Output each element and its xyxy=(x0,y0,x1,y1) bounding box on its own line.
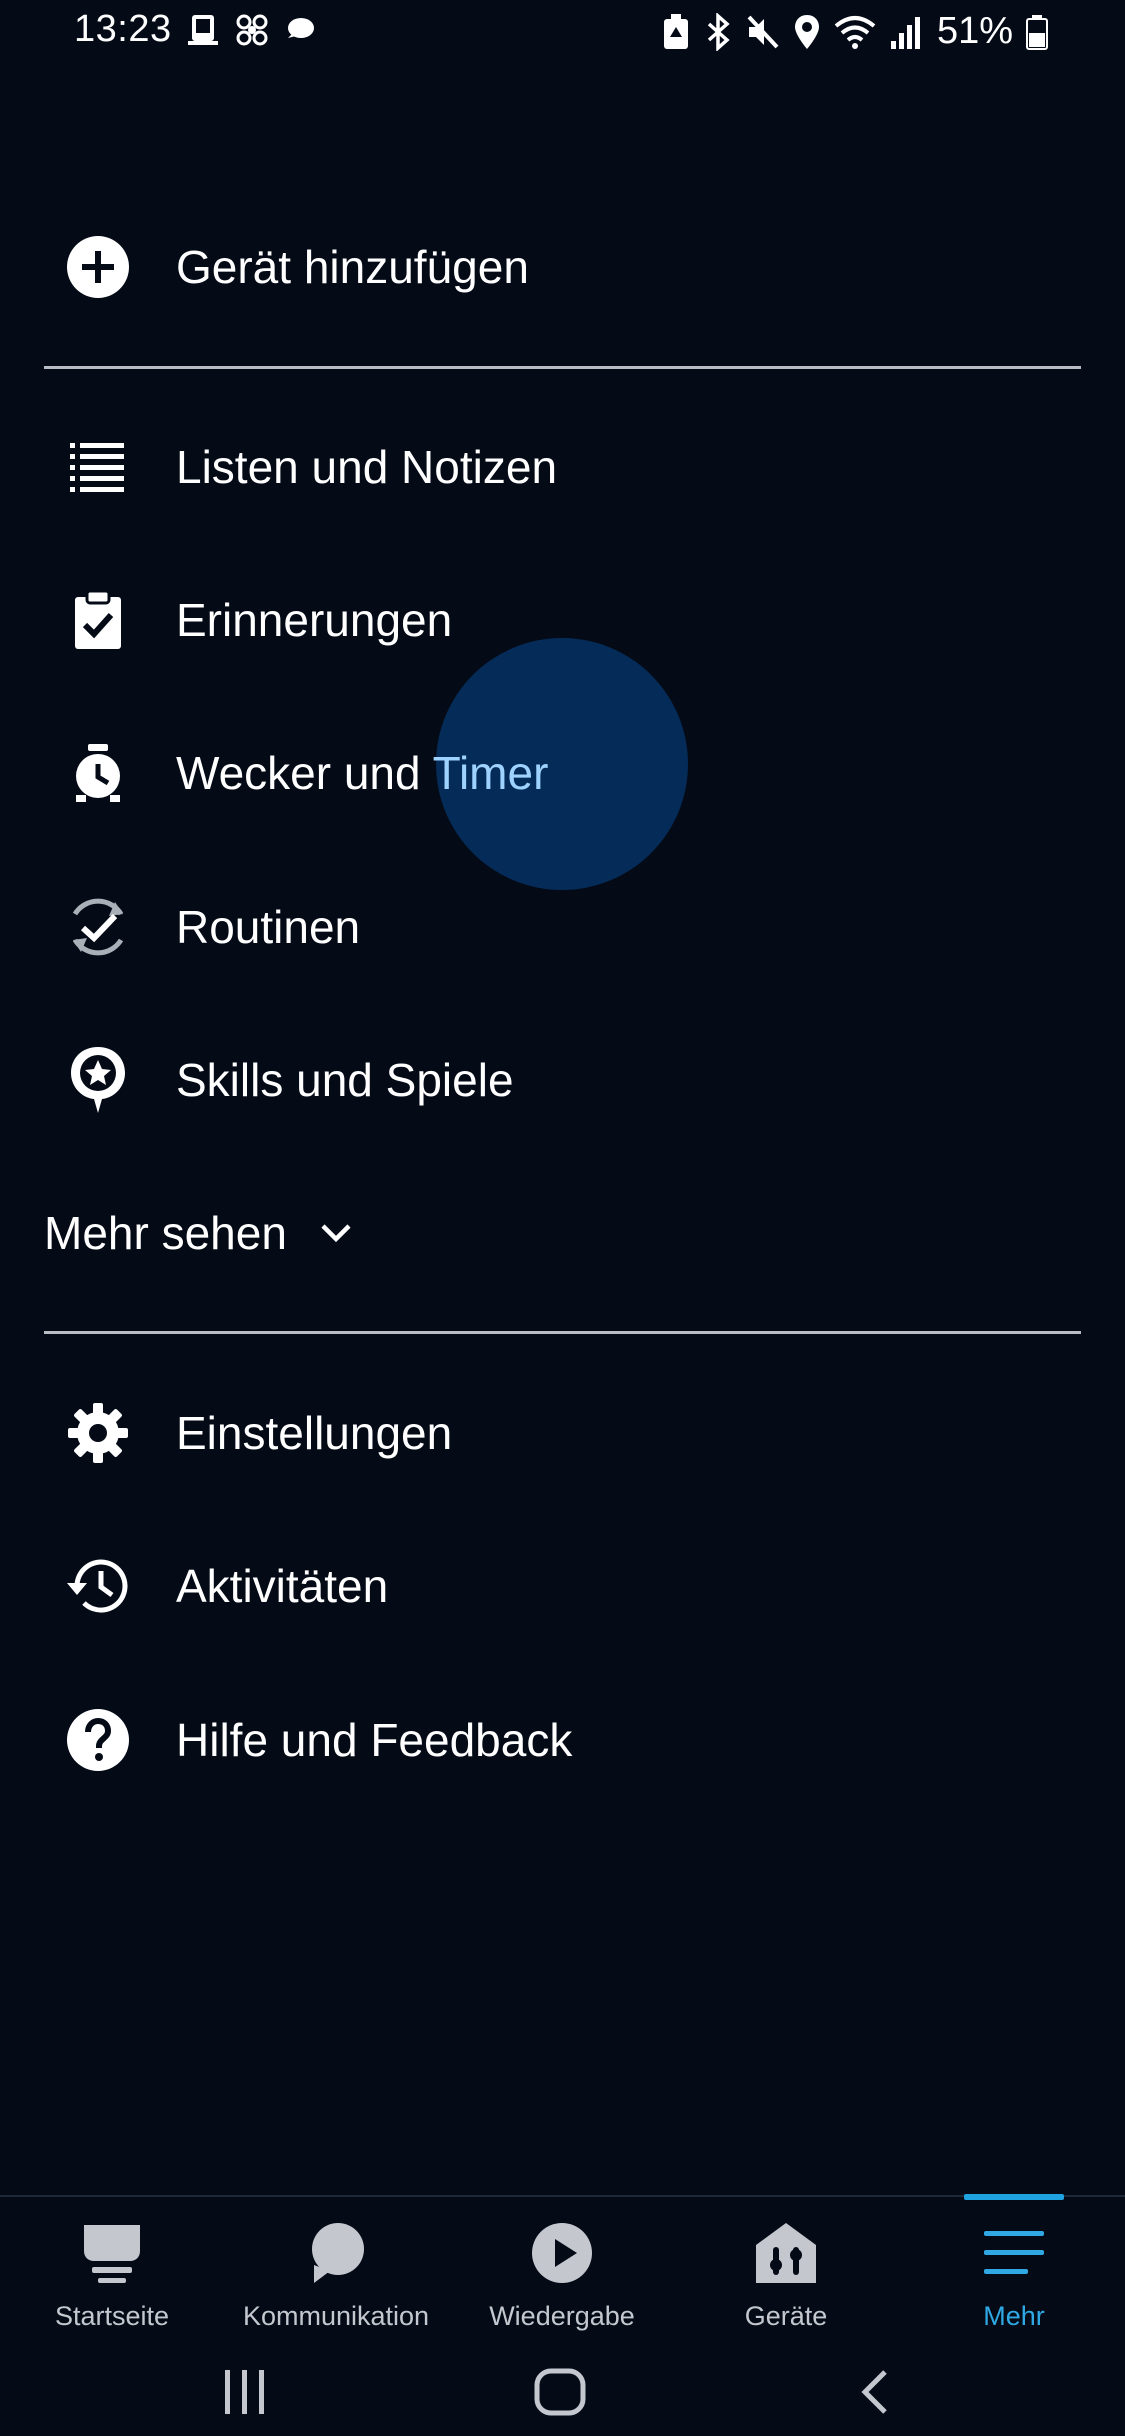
menu-item-label: Wecker und Timer xyxy=(176,746,548,800)
menu-item-label: Einstellungen xyxy=(176,1407,453,1459)
nav-tab-label: Geräte xyxy=(744,2301,828,2331)
menu-item-settings[interactable]: Einstellungen xyxy=(0,1363,1125,1503)
gear-icon xyxy=(60,1395,136,1471)
see-more-label: Mehr sehen xyxy=(44,1207,287,1259)
menu-item-add-device[interactable]: Gerät hinzufügen xyxy=(0,197,1125,337)
devices-icon xyxy=(754,2217,818,2289)
menu-item-routines[interactable]: Routinen xyxy=(0,857,1125,997)
notification-app-icon xyxy=(188,15,218,45)
nav-tab-home[interactable]: Startseite xyxy=(32,2197,192,2347)
menu-item-lists[interactable]: Listen und Notizen xyxy=(0,397,1125,537)
chat-bubble-icon xyxy=(304,2217,368,2289)
wifi-icon xyxy=(834,15,876,49)
mute-icon xyxy=(747,15,779,48)
nav-tab-more[interactable]: Mehr xyxy=(934,2197,1094,2347)
bottom-navigation: Startseite Kommunikation Wiedergabe Gerä… xyxy=(0,2194,1125,2347)
bluetooth-icon xyxy=(707,12,730,51)
menu-item-label: Gerät hinzufügen xyxy=(176,241,529,293)
recent-apps-icon xyxy=(225,2370,264,2414)
menu-item-label: Erinnerungen xyxy=(176,594,453,646)
routine-icon xyxy=(60,889,136,965)
status-notification-icons xyxy=(186,12,318,48)
nav-tab-label: Mehr xyxy=(983,2301,1045,2331)
menu-item-label: Aktivitäten xyxy=(176,1560,389,1612)
back-button[interactable] xyxy=(830,2367,920,2417)
recent-apps-button[interactable] xyxy=(200,2367,290,2417)
battery-percentage: 51% xyxy=(936,10,1013,52)
signal-icon xyxy=(890,16,920,49)
back-chevron-icon xyxy=(861,2370,887,2414)
help-icon xyxy=(60,1702,136,1778)
menu-item-skills[interactable]: Skills und Spiele xyxy=(0,1010,1125,1150)
nav-tab-label: Kommunikation xyxy=(242,2301,430,2331)
chevron-down-icon xyxy=(321,1224,351,1243)
battery-saver-icon xyxy=(663,13,688,49)
location-icon xyxy=(794,14,819,49)
clipboard-check-icon xyxy=(60,582,136,658)
nav-tab-communication[interactable]: Kommunikation xyxy=(226,2197,446,2347)
home-circle-icon xyxy=(534,2368,586,2416)
alarm-clock-icon xyxy=(60,735,136,811)
home-icon xyxy=(80,2217,144,2289)
skills-icon xyxy=(60,1042,136,1118)
menu-item-label: Listen und Notizen xyxy=(176,441,558,493)
play-icon xyxy=(530,2217,594,2289)
status-system-icons: 51% xyxy=(661,10,1049,53)
divider xyxy=(44,1331,1081,1334)
status-bar: 13:23 51% xyxy=(0,0,1125,68)
battery-icon xyxy=(1026,14,1048,50)
list-icon xyxy=(60,429,136,505)
menu-item-alarms-timers[interactable]: Wecker und Timer xyxy=(0,703,1125,843)
menu-item-help[interactable]: Hilfe und Feedback xyxy=(0,1670,1125,1810)
menu-item-label: Skills und Spiele xyxy=(176,1054,514,1106)
home-button[interactable] xyxy=(515,2367,605,2417)
history-icon xyxy=(60,1548,136,1624)
menu-item-label-part: Wecker und xyxy=(176,747,433,799)
menu-item-label: Routinen xyxy=(176,901,361,953)
nav-tab-label: Wiedergabe xyxy=(489,2301,635,2331)
notification-fan-icon xyxy=(236,14,268,46)
notification-chat-icon xyxy=(288,18,314,38)
divider xyxy=(44,366,1081,369)
nav-tab-devices[interactable]: Geräte xyxy=(706,2197,866,2347)
see-more-button[interactable]: Mehr sehen xyxy=(0,1163,500,1303)
add-circle-icon xyxy=(60,229,136,305)
menu-item-activity[interactable]: Aktivitäten xyxy=(0,1516,1125,1656)
nav-tab-play[interactable]: Wiedergabe xyxy=(472,2197,652,2347)
menu-item-label: Hilfe und Feedback xyxy=(176,1714,573,1766)
status-time: 13:23 xyxy=(74,8,172,50)
nav-tab-label: Startseite xyxy=(54,2301,170,2331)
menu-icon xyxy=(982,2217,1046,2289)
menu-item-label-part-highlighted: Timer xyxy=(432,747,549,799)
system-navigation-bar xyxy=(0,2345,1125,2436)
